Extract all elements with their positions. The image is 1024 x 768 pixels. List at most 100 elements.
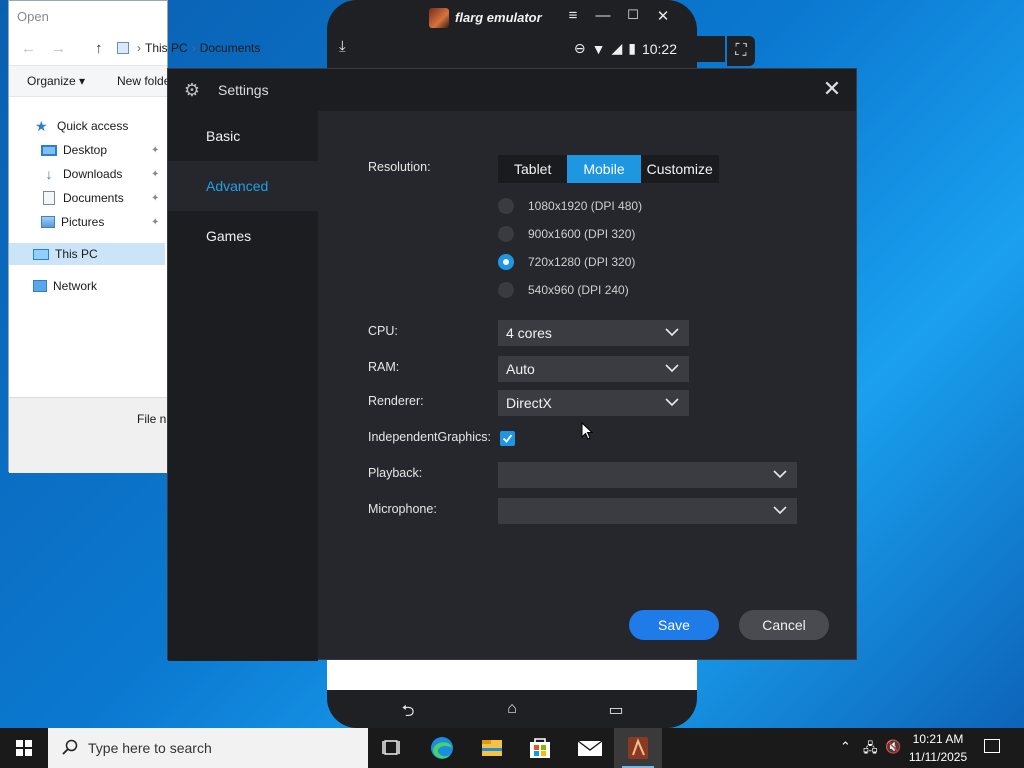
new-folder-button[interactable]: New folde bbox=[117, 74, 170, 88]
breadcrumb-separator: › bbox=[137, 41, 141, 55]
pin-icon: ✦ bbox=[151, 192, 160, 204]
breadcrumb-documents[interactable]: Documents bbox=[200, 41, 261, 55]
resolution-option[interactable]: 1080x1920 (DPI 480) bbox=[498, 196, 642, 216]
tree-item-label: This PC bbox=[55, 247, 98, 261]
hamburger-menu-icon[interactable]: ≡ bbox=[563, 7, 583, 24]
playback-label: Playback: bbox=[368, 466, 423, 480]
cpu-select[interactable]: 4 cores bbox=[498, 320, 689, 346]
recents-nav-icon[interactable]: ▭ bbox=[601, 700, 631, 720]
settings-panel-advanced: Resolution: Tablet Mobile Customize 1080… bbox=[318, 111, 856, 659]
mail-icon bbox=[577, 740, 603, 756]
sidebar-item-advanced[interactable]: Advanced bbox=[168, 161, 318, 211]
tree-item-label: Documents bbox=[63, 191, 124, 205]
notifications-icon[interactable] bbox=[984, 739, 1000, 753]
radio-button[interactable] bbox=[498, 198, 514, 214]
settings-title: Settings bbox=[218, 82, 269, 98]
renderer-select-value: DirectX bbox=[506, 395, 552, 411]
tab-tablet[interactable]: Tablet bbox=[498, 155, 567, 183]
minimize-icon[interactable]: — bbox=[593, 7, 613, 24]
radio-button[interactable] bbox=[498, 282, 514, 298]
download-icon: ⤓ bbox=[339, 38, 346, 55]
cancel-button[interactable]: Cancel bbox=[739, 610, 829, 640]
organize-button[interactable]: Organize ▾ bbox=[27, 74, 85, 88]
save-button[interactable]: Save bbox=[629, 610, 719, 640]
chevron-down-icon bbox=[773, 462, 787, 488]
show-hidden-icons-chevron[interactable]: ⌃ bbox=[840, 739, 851, 755]
flarg-emulator-taskbar-button[interactable] bbox=[614, 728, 662, 768]
close-icon[interactable]: ✕ bbox=[820, 77, 844, 101]
network-tray-icon[interactable]: 🖧 bbox=[863, 739, 878, 761]
resolution-option[interactable]: 540x960 (DPI 240) bbox=[498, 280, 629, 300]
sidebar-item-games[interactable]: Games bbox=[168, 211, 318, 261]
explorer-toolbar: Organize ▾ New folde bbox=[9, 65, 170, 97]
task-view-button[interactable] bbox=[368, 728, 416, 768]
resolution-option-label: 1080x1920 (DPI 480) bbox=[528, 199, 643, 213]
emulator-screen[interactable] bbox=[327, 660, 697, 690]
microphone-select[interactable] bbox=[498, 498, 797, 524]
back-nav-icon[interactable]: ⮌ bbox=[393, 700, 423, 727]
taskbar-clock[interactable]: 10:21 AM 11/11/2025 bbox=[904, 730, 972, 766]
microphone-label: Microphone: bbox=[368, 502, 437, 516]
fullscreen-expand-icon[interactable]: ⛶ bbox=[727, 36, 755, 66]
maximize-icon[interactable]: ☐ bbox=[623, 7, 643, 23]
playback-select[interactable] bbox=[498, 462, 797, 488]
android-status-bar: ⤓ ⊖ ▼ ◢ ▮ 10:22 ⛶ bbox=[327, 36, 755, 66]
resolution-option[interactable]: 720x1280 (DPI 320) bbox=[498, 252, 635, 272]
start-button[interactable] bbox=[0, 728, 48, 768]
resolution-option-label: 720x1280 (DPI 320) bbox=[528, 255, 636, 269]
radio-button-selected[interactable] bbox=[498, 254, 514, 270]
independent-graphics-checkbox[interactable] bbox=[500, 431, 515, 446]
tree-item-documents[interactable]: Documents ✦ bbox=[9, 187, 165, 209]
tree-item-quick-access[interactable]: ★ Quick access bbox=[9, 115, 165, 137]
store-button[interactable] bbox=[516, 728, 564, 768]
open-dialog-window: Open ← → ↑ › This PC › Documents Organize ▾… bbox=[8, 0, 260, 473]
flarg-emulator-icon bbox=[628, 737, 648, 759]
up-arrow-icon[interactable]: ↑ bbox=[95, 40, 103, 57]
edge-button[interactable] bbox=[418, 728, 466, 768]
forward-arrow-icon[interactable]: → bbox=[51, 40, 66, 57]
renderer-select[interactable]: DirectX bbox=[498, 390, 689, 416]
search-icon bbox=[62, 739, 78, 755]
tree-item-this-pc[interactable]: This PC bbox=[9, 243, 165, 265]
tab-customize[interactable]: Customize bbox=[641, 155, 719, 183]
resolution-option[interactable]: 900x1600 (DPI 320) bbox=[498, 224, 635, 244]
radio-button[interactable] bbox=[498, 226, 514, 242]
chevron-down-icon bbox=[665, 356, 679, 382]
network-icon bbox=[33, 280, 47, 292]
tree-item-label: Pictures bbox=[61, 215, 105, 229]
flarg-emulator-logo bbox=[429, 8, 449, 28]
chevron-down-icon bbox=[665, 390, 679, 416]
cpu-select-value: 4 cores bbox=[506, 325, 552, 341]
back-arrow-icon[interactable]: ← bbox=[21, 40, 36, 57]
tree-item-downloads[interactable]: ↓ Downloads ✦ bbox=[9, 163, 165, 185]
edge-icon bbox=[431, 737, 453, 759]
filename-label: File n bbox=[137, 412, 167, 426]
resolution-option-label: 900x1600 (DPI 320) bbox=[528, 227, 636, 241]
tree-item-label: Quick access bbox=[57, 119, 129, 133]
tree-item-network[interactable]: Network bbox=[9, 275, 165, 297]
volume-muted-icon[interactable]: 🔇 bbox=[885, 739, 901, 755]
taskbar-search-box[interactable]: Type here to search bbox=[48, 728, 368, 768]
tree-item-desktop[interactable]: Desktop ✦ bbox=[9, 139, 165, 161]
windows-logo-icon bbox=[16, 740, 32, 756]
file-explorer-button[interactable] bbox=[468, 728, 516, 768]
ram-label: RAM: bbox=[368, 360, 400, 374]
close-icon[interactable]: ✕ bbox=[653, 7, 673, 25]
sidebar-item-basic[interactable]: Basic bbox=[168, 111, 318, 161]
pin-icon: ✦ bbox=[151, 216, 160, 228]
tree-item-pictures[interactable]: Pictures ✦ bbox=[9, 211, 165, 233]
this-pc-icon bbox=[33, 248, 49, 260]
downloads-folder-icon: ↓ bbox=[45, 166, 53, 182]
ram-select[interactable]: Auto bbox=[498, 356, 689, 382]
breadcrumb[interactable]: › This PC › Documents bbox=[117, 41, 317, 61]
mail-button[interactable] bbox=[566, 728, 614, 768]
pin-icon: ✦ bbox=[151, 144, 160, 156]
battery-icon: ▮ bbox=[628, 40, 636, 56]
tab-mobile[interactable]: Mobile bbox=[567, 155, 641, 183]
filename-panel: File n bbox=[9, 397, 167, 473]
home-nav-icon[interactable]: ⌂ bbox=[497, 700, 527, 718]
emulator-title: flarg emulator bbox=[455, 10, 542, 25]
do-not-disturb-icon: ⊖ bbox=[573, 40, 586, 56]
mouse-cursor-icon bbox=[581, 422, 593, 440]
breadcrumb-this-pc[interactable]: This PC bbox=[145, 41, 188, 55]
